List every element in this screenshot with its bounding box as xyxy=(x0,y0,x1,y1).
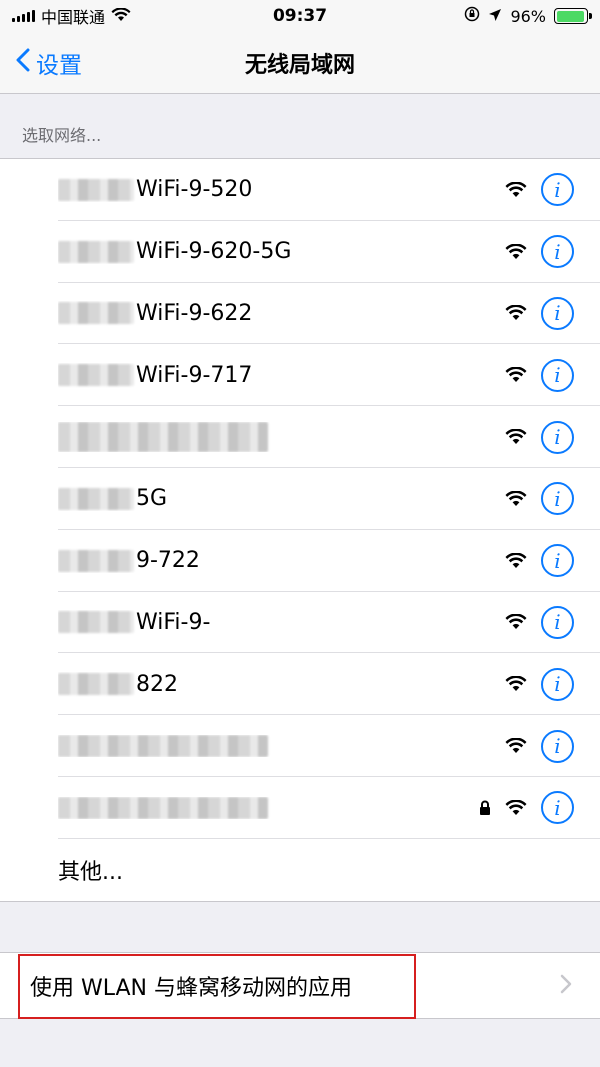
redacted-text xyxy=(58,422,268,453)
wifi-signal-icon xyxy=(505,367,527,383)
battery-percent: 96% xyxy=(510,6,546,26)
network-name xyxy=(58,796,479,819)
apps-using-wlan-row[interactable]: 使用 WLAN 与蜂窝移动网的应用 xyxy=(0,952,600,1019)
network-row-icons: i xyxy=(505,544,574,578)
status-right: 96% xyxy=(464,6,592,26)
network-name-text: 822 xyxy=(136,671,178,697)
network-row[interactable]: 5G i xyxy=(0,468,600,530)
info-icon[interactable]: i xyxy=(541,729,574,763)
network-name-text: WiFi-9-520 xyxy=(136,177,253,203)
network-row[interactable]: i xyxy=(0,777,600,839)
info-icon[interactable]: i xyxy=(541,173,574,207)
redacted-text xyxy=(58,735,268,758)
network-row[interactable]: i xyxy=(0,715,600,777)
network-row-icons: i xyxy=(505,420,574,454)
carrier-label: 中国联通 xyxy=(41,8,106,27)
info-icon[interactable]: i xyxy=(541,235,574,269)
wifi-signal-icon xyxy=(505,676,527,692)
back-button[interactable]: 设置 xyxy=(16,32,82,94)
location-icon xyxy=(488,7,502,26)
wifi-signal-icon xyxy=(505,614,527,630)
info-icon[interactable]: i xyxy=(541,605,574,639)
info-icon[interactable]: i xyxy=(541,420,574,454)
info-icon[interactable]: i xyxy=(541,358,574,392)
wifi-signal-icon xyxy=(505,490,527,507)
redacted-text xyxy=(58,549,134,572)
network-row[interactable]: 9-722 i xyxy=(0,530,600,592)
network-name: WiFi-9-520 xyxy=(58,177,505,202)
redacted-text xyxy=(58,364,134,387)
nav-bar: 设置 无线局域网 xyxy=(0,32,600,94)
info-icon[interactable]: i xyxy=(541,296,574,330)
redacted-text xyxy=(58,240,134,263)
cell-signal-icon xyxy=(12,10,35,22)
network-name xyxy=(58,422,505,453)
network-name: 5G xyxy=(58,486,505,511)
network-row-icons: i xyxy=(505,482,574,516)
network-name-text: WiFi-9-620-5G xyxy=(136,239,292,265)
network-row[interactable]: WiFi-9-717 i xyxy=(0,344,600,406)
network-name-text: WiFi-9-622 xyxy=(136,300,253,326)
network-name: WiFi-9-622 xyxy=(58,301,505,326)
network-row[interactable]: i xyxy=(0,406,600,468)
wifi-signal-icon xyxy=(505,429,527,445)
redacted-text xyxy=(58,796,268,819)
network-name-text: WiFi-9- xyxy=(136,609,211,635)
network-row-icons: i xyxy=(505,729,574,763)
network-name-text: 9-722 xyxy=(136,548,200,574)
network-list: WiFi-9-520 i WiFi-9-620-5G i WiFi-9-622 i WiFi… xyxy=(0,158,600,902)
apps-using-wlan-label: 使用 WLAN 与蜂窝移动网的应用 xyxy=(30,975,353,1001)
chevron-left-icon xyxy=(16,48,30,78)
back-label: 设置 xyxy=(36,53,82,79)
redacted-text xyxy=(58,611,134,634)
wifi-signal-icon xyxy=(505,243,527,260)
status-bar: 中国联通 09:37 96% xyxy=(0,0,600,32)
network-row[interactable]: WiFi-9- i xyxy=(0,592,600,654)
info-icon[interactable]: i xyxy=(541,482,574,516)
network-row-icons: i xyxy=(505,235,574,269)
network-name-text: WiFi-9-717 xyxy=(136,362,253,388)
section-header: 选取网络... xyxy=(22,126,102,145)
wifi-signal-icon xyxy=(505,738,527,754)
network-name: WiFi-9-620-5G xyxy=(58,239,505,264)
network-row-icons: i xyxy=(479,791,574,825)
network-row-icons: i xyxy=(505,358,574,392)
other-network-row[interactable]: 其他... xyxy=(0,839,600,901)
wifi-status-icon xyxy=(111,6,131,26)
info-icon[interactable]: i xyxy=(541,544,574,578)
wifi-signal-icon xyxy=(505,799,527,816)
info-icon[interactable]: i xyxy=(541,667,574,701)
wifi-signal-icon xyxy=(505,552,527,569)
network-row[interactable]: WiFi-9-520 i xyxy=(0,159,600,221)
network-row[interactable]: WiFi-9-620-5G i xyxy=(0,221,600,283)
status-left: 中国联通 xyxy=(12,4,131,28)
other-network-label: 其他... xyxy=(58,859,123,885)
network-row-icons: i xyxy=(505,605,574,639)
network-row[interactable]: 822 i xyxy=(0,653,600,715)
network-name: WiFi-9- xyxy=(58,610,505,635)
wifi-signal-icon xyxy=(505,181,527,198)
chevron-right-icon xyxy=(560,971,572,1001)
network-name: WiFi-9-717 xyxy=(58,363,505,388)
network-row-icons: i xyxy=(505,296,574,330)
redacted-text xyxy=(58,673,134,696)
network-name: 9-722 xyxy=(58,548,505,573)
redacted-text xyxy=(58,302,134,325)
network-row-icons: i xyxy=(505,667,574,701)
info-icon[interactable]: i xyxy=(541,791,574,825)
redacted-text xyxy=(58,487,134,510)
network-name xyxy=(58,735,505,758)
page-title: 无线局域网 xyxy=(244,52,355,78)
network-name: 822 xyxy=(58,672,505,697)
network-row[interactable]: WiFi-9-622 i xyxy=(0,283,600,345)
wifi-signal-icon xyxy=(505,305,527,321)
network-row-icons: i xyxy=(505,173,574,207)
battery-icon xyxy=(554,8,592,24)
network-name-text: 5G xyxy=(136,486,168,512)
redacted-text xyxy=(58,178,134,201)
lock-icon xyxy=(479,800,491,816)
orientation-lock-icon xyxy=(464,6,480,26)
